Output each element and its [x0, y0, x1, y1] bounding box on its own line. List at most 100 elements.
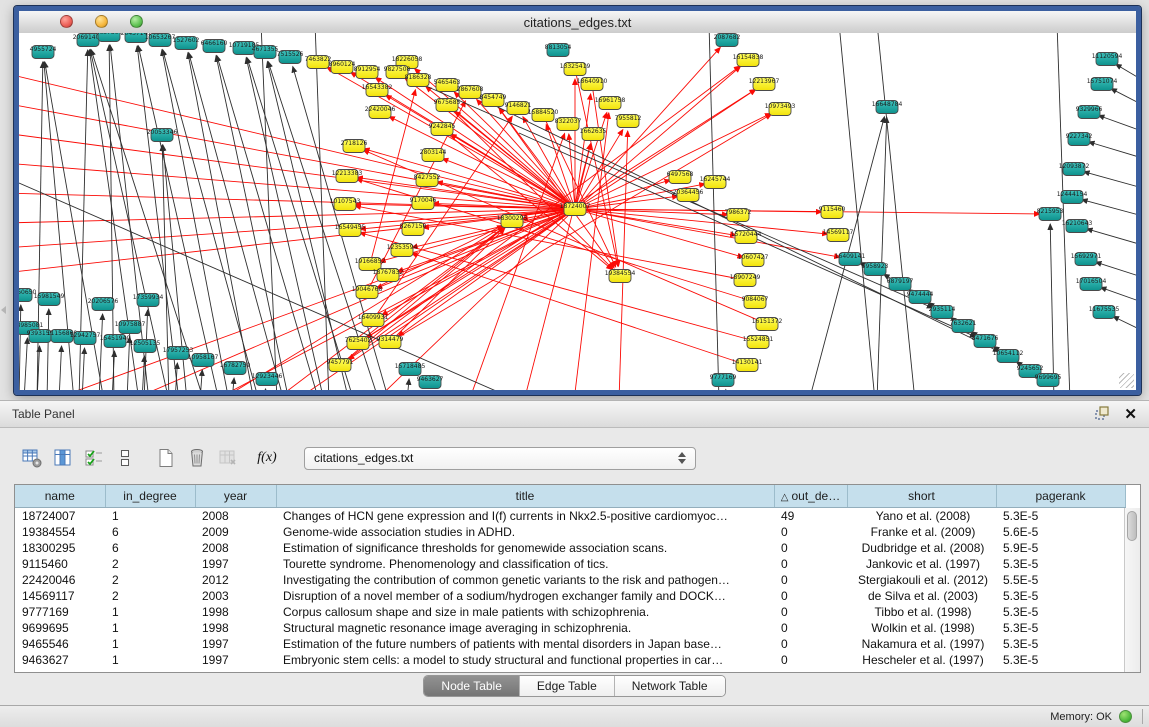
- graph-node[interactable]: 20364456: [673, 189, 704, 202]
- table-row[interactable]: 977716911998Corpus callosum shape and si…: [15, 604, 1125, 620]
- graph-node[interactable]: 10107543: [330, 198, 361, 211]
- graph-edge[interactable]: [575, 196, 678, 209]
- graph-node[interactable]: 1662635: [580, 128, 607, 141]
- table-selector-dropdown[interactable]: citations_edges.txt: [304, 447, 696, 470]
- graph-edge[interactable]: [232, 378, 234, 390]
- graph-node[interactable]: 5958923: [862, 263, 889, 276]
- graph-node[interactable]: 8813054: [545, 44, 572, 57]
- graph-node[interactable]: 16154838: [733, 54, 764, 67]
- graph-node[interactable]: 16648784: [872, 101, 903, 114]
- graph-node[interactable]: 19046768: [352, 286, 383, 299]
- graph-node[interactable]: 10654112: [993, 350, 1024, 363]
- graph-edge[interactable]: [24, 338, 27, 390]
- table-header[interactable]: namein_degreeyeartitle△out_de…shortpager…: [15, 485, 1125, 507]
- graph-node[interactable]: 8454749: [480, 94, 507, 107]
- graph-edge[interactable]: [99, 314, 103, 390]
- graph-node[interactable]: 18907249: [730, 274, 761, 287]
- graph-node[interactable]: 8471676: [972, 335, 999, 348]
- graph-node[interactable]: 7515526: [277, 51, 304, 64]
- graph-node[interactable]: 7632621: [950, 320, 977, 333]
- column-header[interactable]: short: [847, 485, 996, 507]
- graph-node[interactable]: 13325419: [560, 63, 591, 76]
- graph-node[interactable]: 9314479: [377, 336, 404, 349]
- graph-node[interactable]: 8215953: [1037, 208, 1064, 221]
- graph-node[interactable]: 2935114: [929, 306, 956, 319]
- graph-edge[interactable]: [264, 389, 266, 390]
- column-header[interactable]: △out_de…: [774, 485, 847, 507]
- graph-node[interactable]: 12093872: [1059, 163, 1090, 176]
- graph-node[interactable]: 18724007: [560, 203, 591, 216]
- graph-node[interactable]: 16782759: [220, 362, 251, 375]
- memory-ok-icon[interactable]: [1119, 710, 1132, 723]
- tab-network-table[interactable]: Network Table: [614, 676, 725, 696]
- graph-edge[interactable]: [163, 50, 259, 390]
- panel-collapse-arrow[interactable]: [1, 306, 6, 314]
- graph-node[interactable]: 4955724: [30, 46, 57, 59]
- graph-node[interactable]: 9463627: [417, 376, 444, 389]
- graph-node[interactable]: 8912954: [354, 66, 381, 79]
- table-scrollbar[interactable]: [1124, 508, 1140, 672]
- graph-node[interactable]: 15720444: [731, 231, 762, 244]
- graph-node[interactable]: 8322037: [555, 118, 582, 131]
- graph-node[interactable]: 18767832: [373, 269, 404, 282]
- graph-node[interactable]: 9227342: [1066, 133, 1093, 146]
- maximize-window-icon[interactable]: [130, 15, 143, 28]
- graph-edge[interactable]: [142, 356, 144, 390]
- graph-edge[interactable]: [19, 193, 575, 209]
- graph-edge[interactable]: [1111, 89, 1136, 103]
- graph-edge[interactable]: [411, 253, 747, 365]
- graph-edge[interactable]: [407, 379, 409, 390]
- graph-node[interactable]: 7955812: [615, 115, 642, 128]
- scrollbar-thumb[interactable]: [1127, 511, 1137, 541]
- graph-node[interactable]: 16409931: [358, 314, 389, 327]
- unselect-rows-icon[interactable]: [113, 445, 137, 471]
- graph-node[interactable]: 12505135: [130, 340, 161, 353]
- close-panel-icon[interactable]: ✕: [1124, 407, 1137, 422]
- graph-node[interactable]: 15751074: [1087, 78, 1118, 91]
- graph-node[interactable]: 10958167: [188, 354, 219, 367]
- close-window-icon[interactable]: [60, 15, 73, 28]
- graph-node[interactable]: 14569117: [823, 229, 854, 242]
- column-header[interactable]: title: [276, 485, 774, 507]
- graph-node[interactable]: 15451940: [100, 335, 131, 348]
- table-row[interactable]: 1872400712008Changes of HCN gene express…: [15, 507, 1125, 524]
- window-resize-grip[interactable]: [1119, 373, 1134, 388]
- table-row[interactable]: 2242004622012Investigating the contribut…: [15, 572, 1125, 588]
- network-graph[interactable]: 4955724206914068637304204371411065326715…: [19, 33, 1136, 390]
- graph-node[interactable]: 18300295: [497, 215, 528, 228]
- graph-node[interactable]: 15692971: [1071, 253, 1102, 266]
- graph-edge[interactable]: [877, 33, 915, 390]
- graph-node[interactable]: 17359934: [133, 294, 164, 307]
- graph-node[interactable]: 9675685: [434, 99, 461, 112]
- tab-node-table[interactable]: Node Table: [424, 676, 519, 696]
- graph-node[interactable]: 6466160: [201, 40, 228, 53]
- graph-node[interactable]: 9699695: [1035, 374, 1062, 387]
- table-panel-titlebar[interactable]: Table Panel ✕: [0, 401, 1149, 428]
- graph-node[interactable]: 8267150: [400, 223, 427, 236]
- graph-node[interactable]: 9242845: [429, 123, 456, 136]
- table-row[interactable]: 911546021997Tourette syndrome. Phenomeno…: [15, 556, 1125, 572]
- table-row[interactable]: 946554611997Estimation of the future num…: [15, 636, 1125, 652]
- graph-node[interactable]: 8186328: [405, 74, 432, 87]
- float-panel-icon[interactable]: [1095, 406, 1110, 423]
- graph-node[interactable]: 8637304: [96, 33, 123, 42]
- graph-node[interactable]: 14130141: [732, 359, 763, 372]
- graph-node[interactable]: 6497568: [667, 171, 694, 184]
- graph-edge[interactable]: [188, 53, 254, 390]
- graph-node[interactable]: 22420046: [365, 106, 396, 119]
- graph-node[interactable]: 9457791: [327, 359, 354, 372]
- graph-node[interactable]: 16151372: [752, 318, 783, 331]
- graph-node[interactable]: 15524851: [743, 336, 774, 349]
- graph-node[interactable]: 15718485: [395, 363, 426, 376]
- function-builder-icon[interactable]: f(x): [255, 445, 279, 471]
- table-row[interactable]: 969969511998Structural magnetic resonanc…: [15, 620, 1125, 636]
- graph-node[interactable]: 10607427: [738, 254, 769, 267]
- graph-node[interactable]: 9329966: [1076, 106, 1103, 119]
- graph-edge[interactable]: [200, 370, 202, 390]
- graph-edge[interactable]: [209, 209, 575, 390]
- graph-edge[interactable]: [524, 144, 590, 390]
- column-header[interactable]: pagerank: [996, 485, 1125, 507]
- graph-edge[interactable]: [1089, 142, 1136, 157]
- select-all-icon[interactable]: [82, 445, 106, 471]
- graph-edge[interactable]: [19, 103, 575, 209]
